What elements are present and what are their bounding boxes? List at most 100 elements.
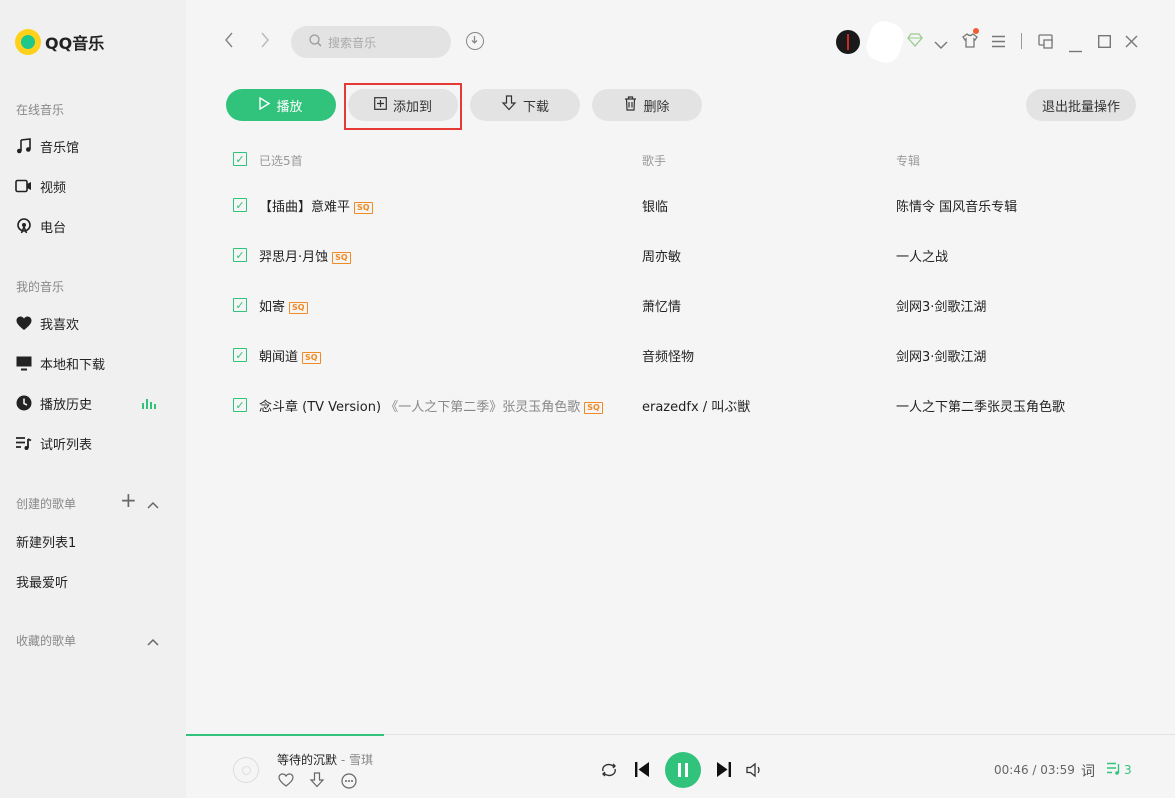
add-to-button[interactable]: 添加到 — [348, 89, 458, 121]
song-artist[interactable]: 音频怪物 — [642, 346, 694, 365]
song-album[interactable]: 陈情令 国风音乐专辑 — [896, 196, 1017, 215]
user-avatar[interactable] — [836, 30, 860, 54]
row-checkbox[interactable]: ✓ — [233, 298, 247, 312]
row-checkbox[interactable]: ✓ — [233, 348, 247, 362]
history-icon — [15, 395, 32, 412]
album-cover-disc-icon[interactable] — [233, 757, 259, 783]
row-checkbox[interactable]: ✓ — [233, 398, 247, 412]
skin-shirt-icon[interactable] — [962, 33, 978, 51]
trash-icon — [624, 96, 637, 115]
back-arrow-icon[interactable] — [224, 32, 234, 53]
sidebar-item-trial-list[interactable]: 试听列表 — [15, 433, 92, 453]
song-title-cell[interactable]: 如寄SQ — [259, 296, 308, 315]
sidebar-item-radio[interactable]: 电台 — [15, 216, 66, 236]
maximize-icon[interactable] — [1098, 35, 1111, 51]
download-button[interactable]: 下载 — [470, 89, 580, 121]
play-queue-button[interactable]: 3 — [1106, 762, 1132, 778]
song-album[interactable]: 剑网3·剑歌江湖 — [896, 346, 986, 365]
minimize-icon[interactable] — [1069, 40, 1082, 56]
sq-quality-badge: SQ — [332, 252, 351, 264]
song-album[interactable]: 一人之下第二季张灵玉角色歌 — [896, 396, 1065, 415]
sidebar-item-history[interactable]: 播放历史 — [15, 393, 92, 413]
like-heart-icon[interactable] — [278, 773, 294, 790]
lyrics-button[interactable]: 词 — [1081, 761, 1095, 781]
song-album[interactable]: 一人之战 — [896, 246, 948, 265]
column-header-artist: 歌手 — [642, 152, 666, 169]
notification-dot — [973, 28, 979, 34]
exit-batch-button[interactable]: 退出批量操作 — [1026, 89, 1136, 121]
now-playing-separator: - — [337, 753, 349, 767]
song-artist[interactable]: 周亦敏 — [642, 246, 681, 265]
row-checkbox[interactable]: ✓ — [233, 198, 247, 212]
collapse-collected-chevron-up-icon[interactable] — [147, 631, 159, 650]
download-song-icon[interactable] — [309, 772, 325, 791]
toolbar-divider — [1021, 33, 1022, 49]
add-square-icon — [374, 97, 387, 114]
song-artist[interactable]: erazedfx / 叫ぶ獣 — [642, 396, 750, 415]
qq-music-logo-icon — [15, 29, 41, 55]
download-icon — [501, 95, 517, 115]
play-button[interactable]: 播放 — [226, 89, 336, 121]
song-album[interactable]: 剑网3·剑歌江湖 — [896, 296, 986, 315]
play-icon — [259, 97, 270, 114]
song-title-cell[interactable]: 念斗章 (TV Version) 《一人之下第二季》张灵玉角色歌SQ — [259, 396, 603, 415]
sidebar: QQ音乐 在线音乐 音乐馆 视频 电台 我的音乐 我喜欢 — [0, 0, 186, 798]
next-track-icon[interactable] — [716, 761, 732, 783]
add-playlist-plus-icon[interactable]: + — [120, 490, 137, 510]
song-title-cell[interactable]: 朝闻道SQ — [259, 346, 321, 365]
now-playing-song: 等待的沉默 — [277, 753, 337, 767]
playlist-item-new-list-1[interactable]: 新建列表1 — [16, 532, 76, 551]
sq-quality-badge: SQ — [302, 352, 321, 364]
section-online-music: 在线音乐 — [16, 101, 64, 118]
close-icon[interactable] — [1125, 35, 1138, 51]
song-title: 如寄 — [259, 300, 285, 315]
volume-icon[interactable] — [746, 762, 764, 783]
download-button-label: 下载 — [523, 96, 549, 115]
search-icon — [309, 34, 322, 50]
search-placeholder: 搜索音乐 — [328, 34, 376, 51]
section-collected-playlists: 收藏的歌单 — [16, 632, 76, 649]
previous-track-icon[interactable] — [634, 761, 650, 783]
section-created-playlists: 创建的歌单 — [16, 495, 76, 512]
main-menu-icon[interactable] — [991, 35, 1006, 51]
sidebar-item-music-hall[interactable]: 音乐馆 — [15, 136, 79, 156]
mini-mode-icon[interactable] — [1038, 34, 1053, 52]
sidebar-item-video[interactable]: 视频 — [15, 176, 66, 196]
play-queue-count: 3 — [1124, 763, 1132, 777]
song-artist[interactable]: 萧忆情 — [642, 296, 681, 315]
pause-icon-bar — [685, 763, 688, 777]
sidebar-item-local-downloads[interactable]: 本地和下载 — [15, 353, 105, 373]
monitor-icon — [15, 355, 32, 372]
account-chevron-down-icon[interactable] — [934, 37, 948, 53]
repeat-mode-icon[interactable] — [600, 762, 618, 783]
sidebar-item-label: 我喜欢 — [40, 314, 79, 333]
now-playing-title[interactable]: 等待的沉默 - 雪琪 — [277, 751, 373, 768]
play-button-label: 播放 — [276, 96, 302, 115]
row-checkbox[interactable]: ✓ — [233, 248, 247, 262]
search-input[interactable]: 搜索音乐 — [291, 26, 451, 58]
heart-icon — [15, 315, 32, 332]
video-icon — [15, 178, 32, 195]
add-to-button-label: 添加到 — [393, 96, 432, 115]
collapse-created-chevron-up-icon[interactable] — [147, 494, 159, 513]
delete-button-label: 删除 — [643, 96, 669, 115]
playback-time: 00:46 / 03:59 — [994, 763, 1075, 777]
delete-button[interactable]: 删除 — [592, 89, 702, 121]
sidebar-item-favorites[interactable]: 我喜欢 — [15, 313, 79, 333]
play-queue-icon — [1106, 762, 1122, 778]
more-options-icon[interactable] — [341, 773, 357, 792]
forward-arrow-icon[interactable] — [260, 32, 270, 53]
song-subtitle: 《一人之下第二季》张灵玉角色歌 — [385, 400, 580, 415]
app-logo[interactable]: QQ音乐 — [15, 29, 104, 55]
pause-button[interactable] — [665, 752, 701, 788]
redacted-username — [863, 18, 908, 67]
song-title-cell[interactable]: 羿思月·月蚀SQ — [259, 246, 351, 265]
select-all-checkbox[interactable]: ✓ — [233, 152, 247, 166]
voice-search-icon[interactable] — [466, 32, 484, 50]
song-title-cell[interactable]: 【插曲】意难平SQ — [259, 196, 373, 215]
song-artist[interactable]: 银临 — [642, 196, 668, 215]
selected-count: 已选5首 — [259, 152, 303, 169]
vip-diamond-icon[interactable] — [907, 33, 923, 50]
playback-progress[interactable] — [186, 734, 384, 736]
playlist-item-favorite-listening[interactable]: 我最爱听 — [16, 572, 68, 591]
